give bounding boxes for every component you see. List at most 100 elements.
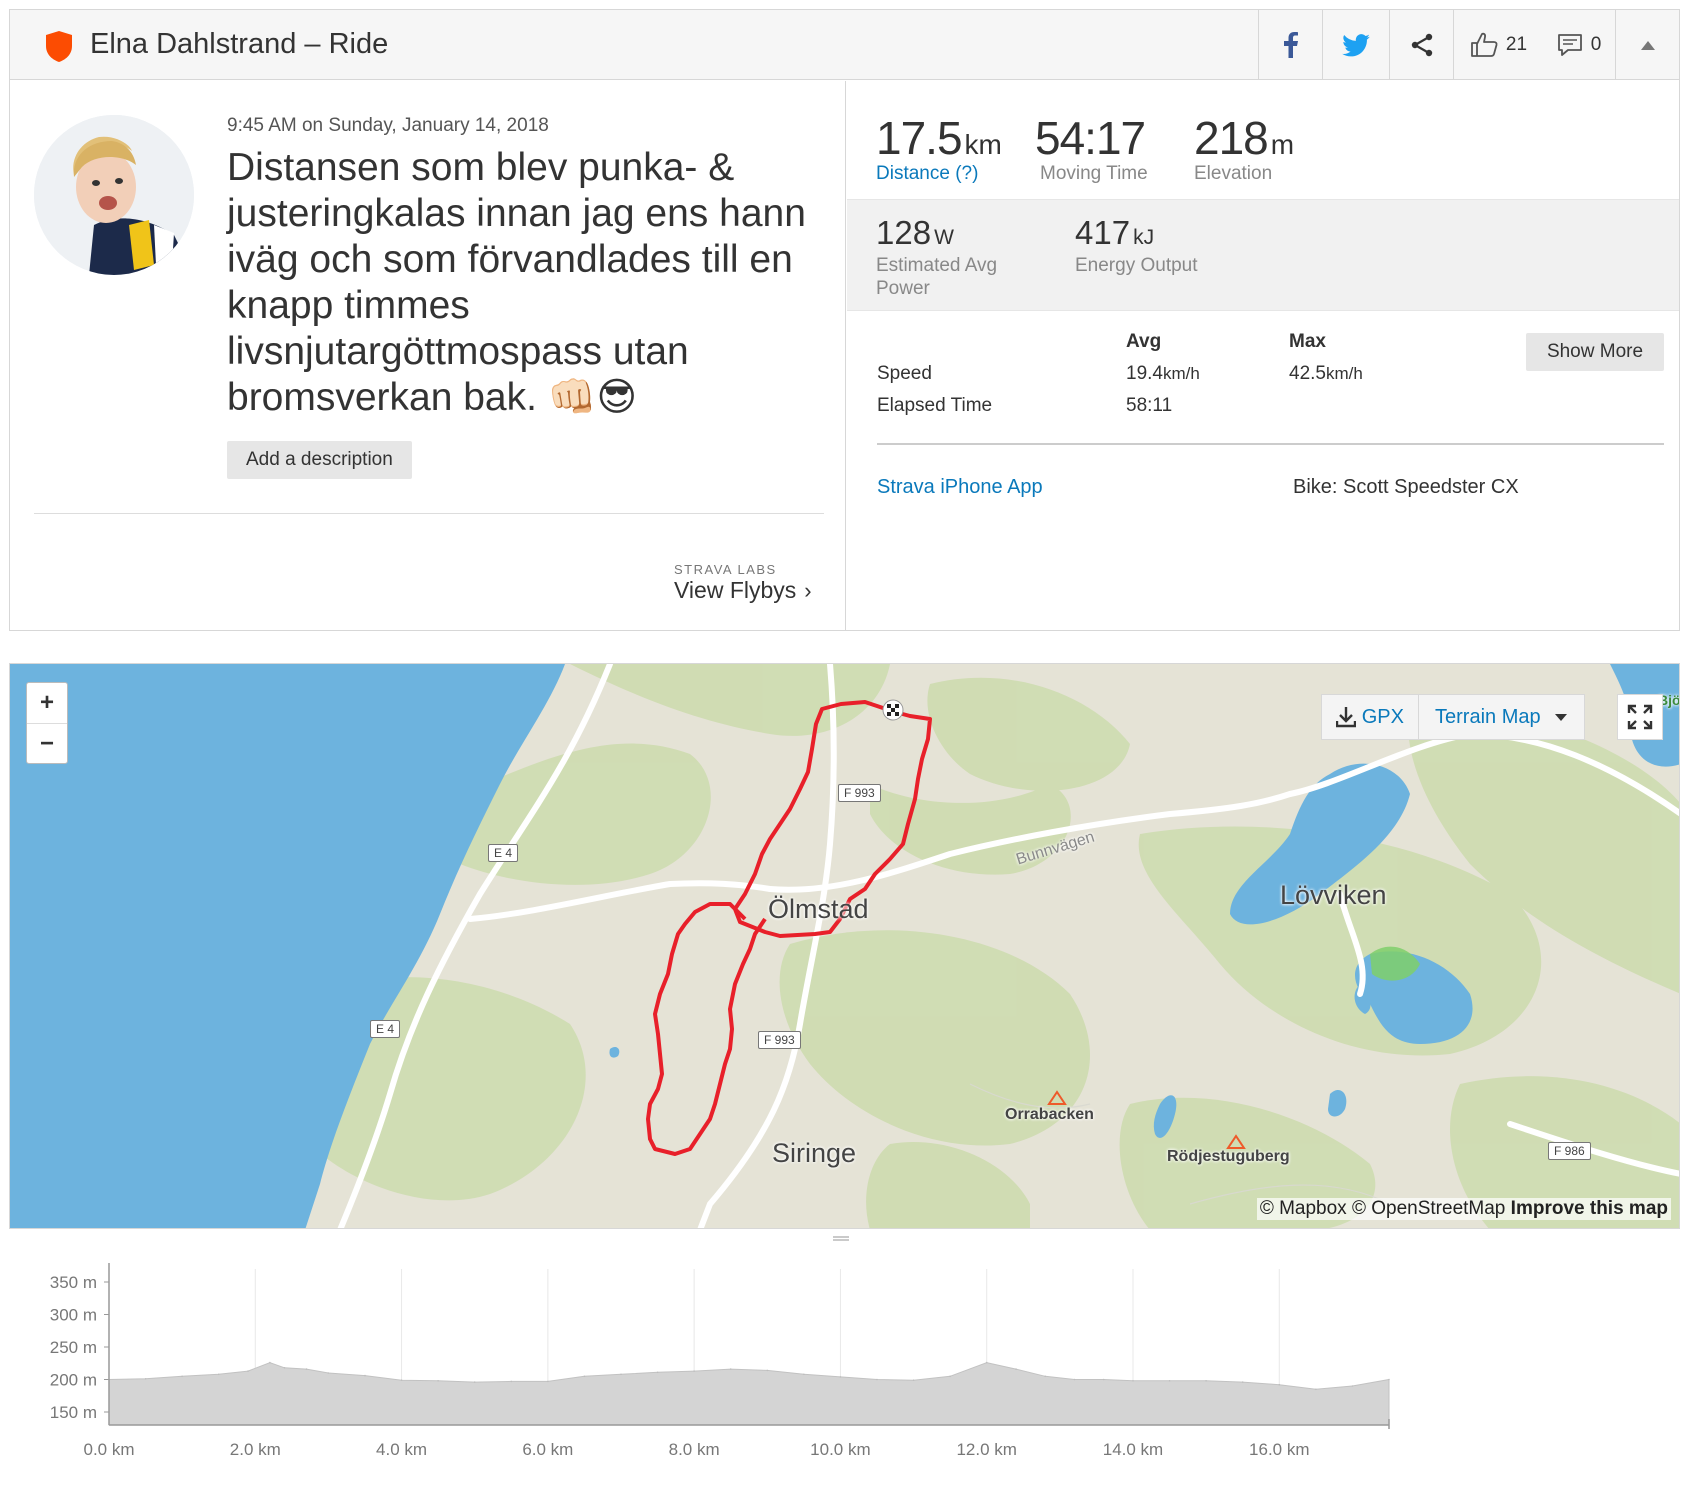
road-shield: E 4 xyxy=(488,844,519,862)
elevation-point xyxy=(283,1367,286,1369)
place-label: Lövviken xyxy=(1280,880,1387,910)
speed-avg-unit: km/h xyxy=(1162,364,1200,383)
col-avg-header: Avg xyxy=(1126,331,1162,352)
elevation-point xyxy=(1102,1378,1105,1381)
x-tick-label: 12.0 km xyxy=(956,1440,1016,1459)
device-link[interactable]: Strava iPhone App xyxy=(877,476,1043,499)
elevation-point xyxy=(400,1379,403,1381)
distance-value: 17.5 xyxy=(876,112,963,164)
finish-flag-icon xyxy=(882,699,904,721)
elevation-point xyxy=(364,1374,366,1377)
energy-value: 417 xyxy=(1075,214,1131,251)
stat-energy: 417 kJ Energy Output xyxy=(1075,214,1275,277)
download-icon xyxy=(1335,707,1356,728)
elevation-point xyxy=(1241,1381,1244,1383)
road-shield: F 993 xyxy=(758,1031,801,1049)
view-flybys-label: View Flybys xyxy=(674,577,797,603)
activity-timestamp: 9:45 AM on Sunday, January 14, 2018 xyxy=(227,115,549,136)
elevation-label: Elevation xyxy=(1194,163,1273,184)
x-tick-label: 4.0 km xyxy=(376,1440,427,1459)
collapse-button[interactable] xyxy=(1615,10,1679,80)
elevation-point xyxy=(803,1373,805,1376)
elevation-point xyxy=(269,1361,271,1364)
activity-header: Elna Dahlstrand – Ride 21 0 xyxy=(10,10,1679,80)
osm-attribution[interactable]: © OpenStreetMap xyxy=(1352,1198,1505,1219)
mapbox-attribution[interactable]: © Mapbox xyxy=(1260,1198,1347,1219)
col-max-header: Max xyxy=(1289,331,1326,352)
share-button[interactable] xyxy=(1389,10,1453,80)
x-tick-label: 10.0 km xyxy=(810,1440,870,1459)
elevation-point xyxy=(876,1378,878,1381)
share-icon xyxy=(1411,33,1432,57)
energy-label: Energy Output xyxy=(1075,255,1198,276)
row-label: Elapsed Time xyxy=(877,395,993,416)
zoom-in-button[interactable]: + xyxy=(27,683,67,723)
comment-button[interactable]: 0 xyxy=(1543,10,1615,80)
y-tick-label: 150 m xyxy=(50,1403,97,1422)
twitter-share-button[interactable] xyxy=(1322,10,1389,80)
road-shield: E 4 xyxy=(370,1020,401,1038)
gpx-download-button[interactable]: GPX xyxy=(1320,694,1419,740)
elevation-point xyxy=(1044,1375,1046,1378)
map-controls: GPX Terrain Map xyxy=(1320,694,1585,740)
activity-title[interactable]: Distansen som blev punka- & justeringkal… xyxy=(227,145,827,421)
elevation-point xyxy=(583,1375,586,1378)
add-description-button[interactable]: Add a description xyxy=(227,441,412,479)
map-type-label: Terrain Map xyxy=(1435,705,1541,728)
resize-handle-icon[interactable] xyxy=(831,1235,851,1243)
map-type-select[interactable]: Terrain Map xyxy=(1419,694,1585,740)
elevation-point xyxy=(473,1381,476,1383)
activity-type-shield-icon xyxy=(46,31,72,62)
distance-label[interactable]: Distance (?) xyxy=(876,163,1002,185)
elevation-chart[interactable]: 0.0 km 2.0 km 4.0 km 6.0 km 8.0 km 10.0 km 12.… xyxy=(9,1247,1680,1486)
elevation-point xyxy=(144,1378,147,1380)
elevation-value: 218 xyxy=(1194,112,1269,164)
zoom-control: + − xyxy=(26,682,68,764)
elevation-point xyxy=(949,1375,951,1378)
moving-time-value: 54:17 xyxy=(1035,112,1146,164)
road-shield: F 986 xyxy=(1548,1142,1591,1160)
avatar[interactable] xyxy=(34,115,194,275)
elevation-point xyxy=(1205,1380,1207,1382)
elapsed-time-value: 58:11 xyxy=(1126,395,1173,416)
elevation-chart-svg: 0.0 km 2.0 km 4.0 km 6.0 km 8.0 km 10.0 km 12.… xyxy=(50,1263,1390,1459)
activity-card: Elna Dahlstrand – Ride 21 0 9:45 AM on S… xyxy=(9,9,1680,631)
route-map[interactable]: Ölmstad Lövviken Siringe Orrabacken Rödj… xyxy=(9,663,1680,1229)
facebook-share-button[interactable] xyxy=(1258,10,1322,80)
fullscreen-button[interactable] xyxy=(1617,694,1663,740)
speed-avg: 19.4km/h xyxy=(1126,363,1200,385)
stat-moving-time: 54:17 Moving Time xyxy=(1035,111,1148,185)
view-flybys-link[interactable]: View Flybys › xyxy=(674,577,812,604)
comment-icon xyxy=(1557,34,1582,56)
chevron-right-icon: › xyxy=(804,578,812,603)
bike-info: Bike: Scott Speedster CX xyxy=(1293,476,1519,498)
thumbs-up-icon xyxy=(1471,32,1498,57)
comment-count: 0 xyxy=(1590,34,1602,55)
show-more-button[interactable]: Show More xyxy=(1526,333,1664,371)
elevation-area xyxy=(108,1362,1390,1426)
elevation-point xyxy=(839,1376,842,1378)
speed-avg-value: 19.4 xyxy=(1126,363,1163,384)
elevation-unit: m xyxy=(1270,129,1295,160)
road-shield: F 993 xyxy=(838,784,881,802)
kudos-button[interactable]: 21 xyxy=(1453,10,1543,80)
elevation-point xyxy=(437,1380,439,1382)
twitter-icon xyxy=(1342,33,1370,56)
elevation-point xyxy=(181,1375,183,1378)
x-tick-label: 6.0 km xyxy=(522,1440,573,1459)
improve-map-link[interactable]: Improve this map xyxy=(1511,1198,1668,1219)
place-label: Orrabacken xyxy=(1005,1106,1094,1123)
stat-distance: 17.5 km Distance (?) xyxy=(876,111,1002,185)
power-unit: W xyxy=(934,226,954,249)
zoom-out-button[interactable]: − xyxy=(27,723,67,763)
x-tick-label: 16.0 km xyxy=(1249,1440,1309,1459)
power-label: Estimated Avg Power xyxy=(876,255,998,299)
y-tick-label: 250 m xyxy=(50,1338,97,1357)
place-label: Ölmstad xyxy=(768,894,869,924)
elevation-point xyxy=(1132,1380,1134,1382)
kudos-count: 21 xyxy=(1505,34,1528,55)
stat-power: 128 W Estimated Avg Power xyxy=(876,214,1026,300)
y-tick-label: 300 m xyxy=(50,1306,97,1325)
distance-unit: km xyxy=(964,129,1002,160)
elevation-point xyxy=(510,1380,513,1383)
